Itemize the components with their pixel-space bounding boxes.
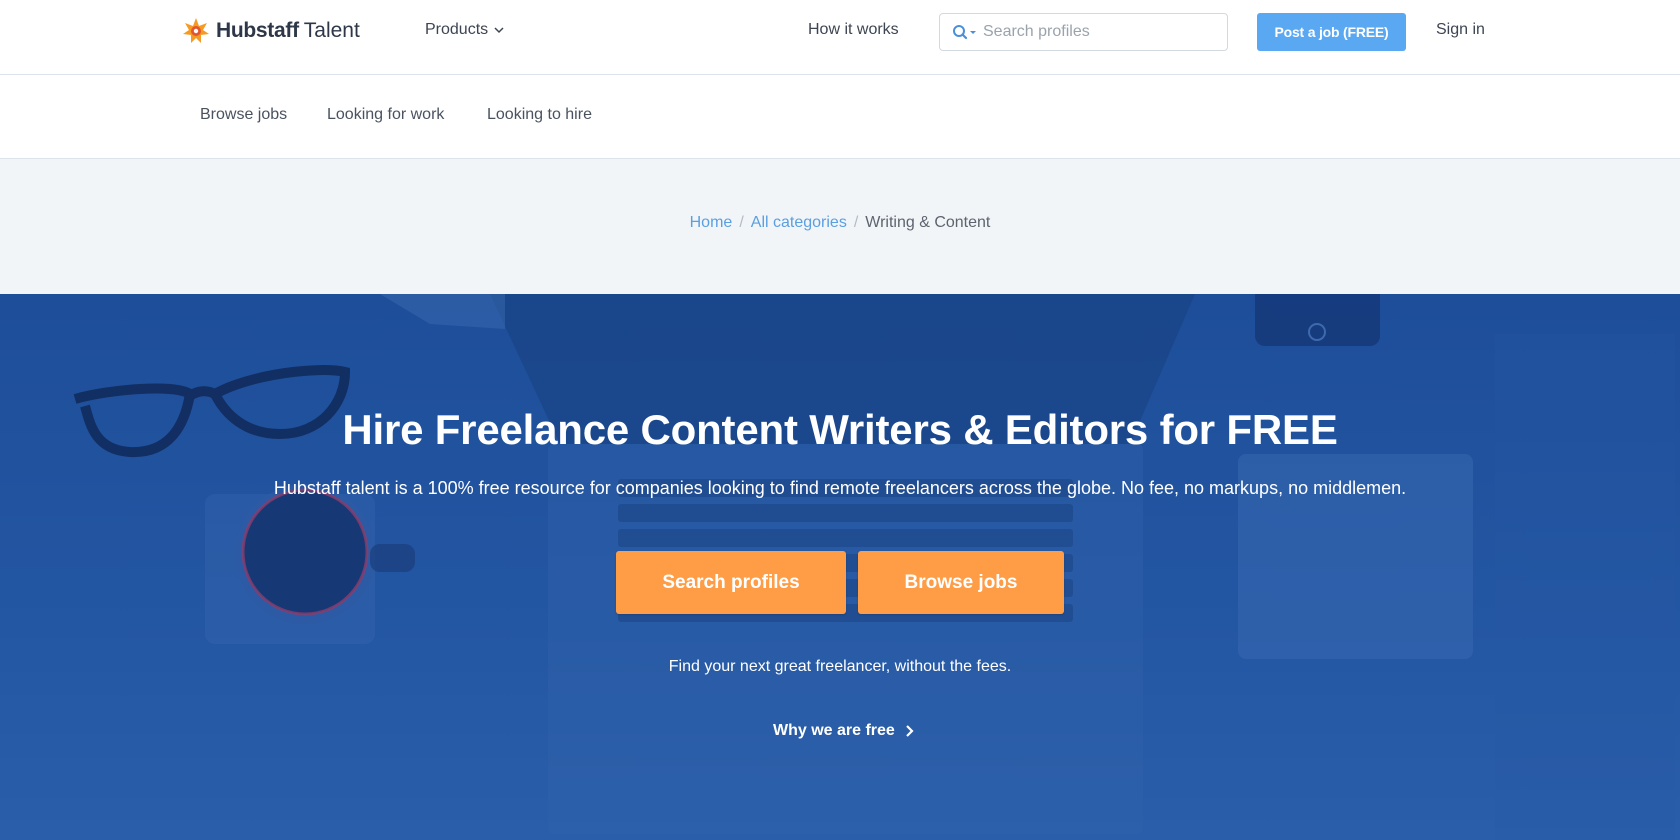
hero-section: Hire Freelance Content Writers & Editors… [0, 294, 1680, 840]
hero-note: Find your next great freelancer, without… [668, 658, 1012, 675]
sign-in-link[interactable]: Sign in [1436, 21, 1485, 39]
breadcrumb-separator: / [853, 214, 859, 231]
chevron-right-icon [906, 725, 914, 737]
subnav-looking-for-work[interactable]: Looking for work [327, 106, 444, 124]
products-dropdown[interactable]: Products [425, 21, 505, 39]
why-we-are-free-label: Why we are free [773, 722, 895, 739]
post-job-button[interactable]: Post a job (FREE) [1257, 13, 1406, 51]
logo-star-icon [183, 18, 209, 43]
logo-text-talent: Talent [303, 19, 360, 42]
sub-navbar: Browse jobs Looking for work Looking to … [0, 75, 1680, 159]
subnav-browse-jobs[interactable]: Browse jobs [200, 106, 287, 124]
search-profiles-button[interactable]: Search profiles [616, 551, 846, 614]
breadcrumb: Home / All categories / Writing & Content [0, 214, 1680, 232]
how-it-works-link[interactable]: How it works [808, 21, 899, 39]
hero-title: Hire Freelance Content Writers & Editors… [342, 406, 1338, 453]
subnav-looking-to-hire[interactable]: Looking to hire [487, 106, 592, 124]
breadcrumb-all-categories[interactable]: All categories [751, 214, 847, 231]
breadcrumb-separator: / [739, 214, 744, 231]
breadcrumb-current: Writing & Content [865, 214, 991, 231]
search-box[interactable] [939, 13, 1228, 51]
top-navbar: Hubstaff Talent Products How it works Po… [0, 0, 1680, 75]
breadcrumb-home[interactable]: Home [690, 214, 733, 231]
logo-text-hubstaff: Hubstaff [216, 19, 299, 42]
search-input[interactable] [983, 23, 1213, 41]
hero-subtitle: Hubstaff talent is a 100% free resource … [273, 478, 1407, 498]
breadcrumb-band: Home / All categories / Writing & Content [0, 159, 1680, 294]
why-we-are-free-link[interactable]: Why we are free [773, 722, 915, 740]
search-icon[interactable] [950, 22, 980, 42]
browse-jobs-button[interactable]: Browse jobs [858, 551, 1064, 614]
chevron-down-icon [494, 27, 504, 34]
products-label: Products [425, 21, 489, 38]
logo[interactable]: Hubstaff Talent [182, 17, 360, 45]
